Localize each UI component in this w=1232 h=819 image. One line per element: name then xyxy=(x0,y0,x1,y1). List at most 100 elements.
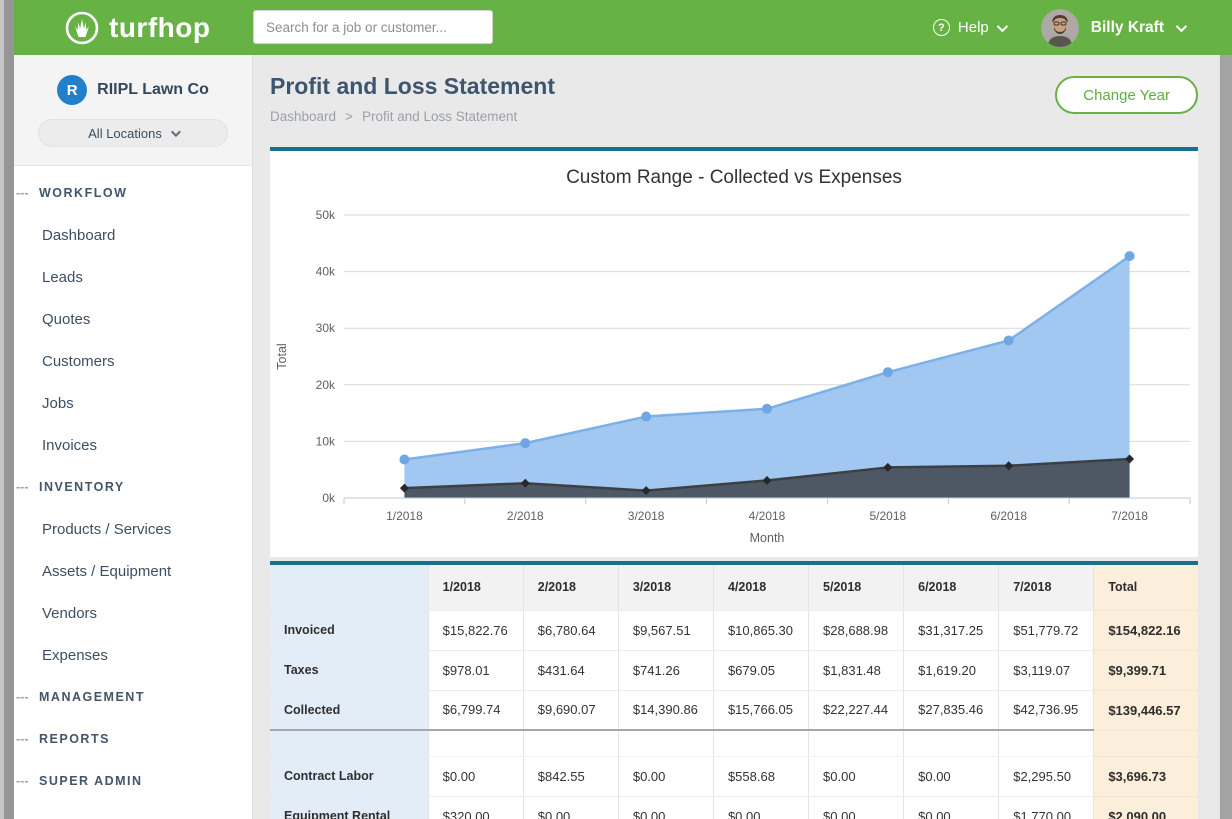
cell-collected-7-2018: $42,736.95 xyxy=(999,690,1094,730)
x-tick-label: 6/2018 xyxy=(990,509,1027,523)
cell-spacer-5-2018 xyxy=(809,730,904,756)
cell-equipment-rental-5-2018: $0.00 xyxy=(809,796,904,819)
table-row-collected: Collected$6,799.74$9,690.07$14,390.86$15… xyxy=(270,690,1198,730)
sidebar-section-super-admin[interactable]: SUPER ADMIN xyxy=(14,760,252,802)
x-tick-label: 3/2018 xyxy=(628,509,665,523)
collected-point-4-2018 xyxy=(762,404,772,414)
cell-equipment-rental-7-2018: $1,770.00 xyxy=(999,796,1094,819)
cell-equipment-rental-2-2018: $0.00 xyxy=(523,796,618,819)
sidebar-section-inventory[interactable]: INVENTORY xyxy=(14,466,252,508)
sidebar-nav: WORKFLOWDashboardLeadsQuotesCustomersJob… xyxy=(14,166,252,802)
cell-invoiced-total: $154,822.16 xyxy=(1094,610,1198,650)
chevron-down-icon xyxy=(1176,20,1187,31)
location-selector[interactable]: All Locations xyxy=(38,119,228,147)
cell-spacer-7-2018 xyxy=(999,730,1094,756)
location-label: All Locations xyxy=(88,126,162,141)
cell-contract-labor-total: $3,696.73 xyxy=(1094,756,1198,796)
right-scrollbar-thumb[interactable] xyxy=(1220,55,1232,819)
brand-logo[interactable]: turfhop xyxy=(64,10,210,46)
search-input[interactable] xyxy=(253,10,493,44)
row-label-spacer xyxy=(270,730,428,756)
cell-invoiced-5-2018: $28,688.98 xyxy=(809,610,904,650)
help-menu[interactable]: ? Help xyxy=(933,19,1005,36)
y-tick-label: 50k xyxy=(316,208,336,222)
left-scrollbar[interactable] xyxy=(0,0,14,819)
page-title: Profit and Loss Statement xyxy=(270,73,555,100)
sidebar-section-management[interactable]: MANAGEMENT xyxy=(14,676,252,718)
sidebar-item-products-services[interactable]: Products / Services xyxy=(14,508,252,550)
cell-collected-6-2018: $27,835.46 xyxy=(904,690,999,730)
col-header-4-2018: 4/2018 xyxy=(713,565,808,610)
cell-spacer-6-2018 xyxy=(904,730,999,756)
col-header-6-2018: 6/2018 xyxy=(904,565,999,610)
collected-point-2-2018 xyxy=(520,438,530,448)
help-icon: ? xyxy=(933,19,950,36)
row-label-collected: Collected xyxy=(270,690,428,730)
sidebar-item-expenses[interactable]: Expenses xyxy=(14,634,252,676)
cell-spacer-2-2018 xyxy=(523,730,618,756)
sidebar-item-vendors[interactable]: Vendors xyxy=(14,592,252,634)
pl-chart: Custom Range - Collected vs Expenses0k10… xyxy=(270,151,1198,551)
y-axis-title: Total xyxy=(275,343,289,369)
right-scrollbar[interactable] xyxy=(1219,55,1232,819)
cell-taxes-1-2018: $978.01 xyxy=(428,650,523,690)
sidebar-item-quotes[interactable]: Quotes xyxy=(14,298,252,340)
top-bar: turfhop ? Help Billy Kr xyxy=(0,0,1232,55)
change-year-button[interactable]: Change Year xyxy=(1055,76,1198,114)
chart-card: Custom Range - Collected vs Expenses0k10… xyxy=(270,147,1198,557)
cell-collected-3-2018: $14,390.86 xyxy=(618,690,713,730)
company[interactable]: R RIIPL Lawn Co xyxy=(30,75,236,105)
page-head: Profit and Loss Statement Dashboard > Pr… xyxy=(270,73,1198,124)
cell-collected-5-2018: $22,227.44 xyxy=(809,690,904,730)
collected-area xyxy=(404,256,1129,498)
sidebar-item-leads[interactable]: Leads xyxy=(14,256,252,298)
row-label-taxes: Taxes xyxy=(270,650,428,690)
user-menu[interactable]: Billy Kraft xyxy=(1041,9,1184,47)
cell-equipment-rental-1-2018: $320.00 xyxy=(428,796,523,819)
cell-collected-4-2018: $15,766.05 xyxy=(713,690,808,730)
sidebar: R RIIPL Lawn Co All Locations WORKFLOWDa… xyxy=(14,55,253,819)
col-header-2-2018: 2/2018 xyxy=(523,565,618,610)
sidebar-section-workflow[interactable]: WORKFLOW xyxy=(14,172,252,214)
col-header-1-2018: 1/2018 xyxy=(428,565,523,610)
cell-equipment-rental-6-2018: $0.00 xyxy=(904,796,999,819)
collected-point-1-2018 xyxy=(399,455,409,465)
sidebar-item-jobs[interactable]: Jobs xyxy=(14,382,252,424)
brand-name: turfhop xyxy=(109,12,210,44)
sidebar-item-invoices[interactable]: Invoices xyxy=(14,424,252,466)
cell-equipment-rental-total: $2,090.00 xyxy=(1094,796,1198,819)
x-tick-label: 2/2018 xyxy=(507,509,544,523)
sidebar-item-assets-equipment[interactable]: Assets / Equipment xyxy=(14,550,252,592)
sidebar-section-reports[interactable]: REPORTS xyxy=(14,718,252,760)
cell-contract-labor-4-2018: $558.68 xyxy=(713,756,808,796)
y-tick-label: 30k xyxy=(316,321,336,335)
cell-spacer-4-2018 xyxy=(713,730,808,756)
y-tick-label: 40k xyxy=(316,265,336,279)
cell-contract-labor-1-2018: $0.00 xyxy=(428,756,523,796)
cell-contract-labor-5-2018: $0.00 xyxy=(809,756,904,796)
collected-point-3-2018 xyxy=(641,412,651,422)
cell-contract-labor-7-2018: $2,295.50 xyxy=(999,756,1094,796)
cell-taxes-7-2018: $3,119.07 xyxy=(999,650,1094,690)
cell-contract-labor-3-2018: $0.00 xyxy=(618,756,713,796)
cell-invoiced-6-2018: $31,317.25 xyxy=(904,610,999,650)
breadcrumb-separator: > xyxy=(345,109,353,124)
cell-invoiced-3-2018: $9,567.51 xyxy=(618,610,713,650)
help-label: Help xyxy=(958,19,989,36)
company-name: RIIPL Lawn Co xyxy=(97,81,209,99)
main-content: Profit and Loss Statement Dashboard > Pr… xyxy=(253,55,1219,819)
left-scrollbar-thumb[interactable] xyxy=(4,0,14,819)
cell-spacer-total xyxy=(1094,730,1198,756)
row-label-invoiced: Invoiced xyxy=(270,610,428,650)
chevron-down-icon xyxy=(171,127,181,137)
table-row-invoiced: Invoiced$15,822.76$6,780.64$9,567.51$10,… xyxy=(270,610,1198,650)
x-tick-label: 4/2018 xyxy=(749,509,786,523)
x-axis-title: Month xyxy=(750,531,785,545)
chevron-down-icon xyxy=(997,20,1008,31)
breadcrumb-dashboard[interactable]: Dashboard xyxy=(270,109,336,124)
sidebar-item-customers[interactable]: Customers xyxy=(14,340,252,382)
company-block: R RIIPL Lawn Co All Locations xyxy=(14,55,252,166)
user-name: Billy Kraft xyxy=(1091,19,1164,37)
sidebar-item-dashboard[interactable]: Dashboard xyxy=(14,214,252,256)
table-header-row: 1/20182/20183/20184/20185/20186/20187/20… xyxy=(270,565,1198,610)
